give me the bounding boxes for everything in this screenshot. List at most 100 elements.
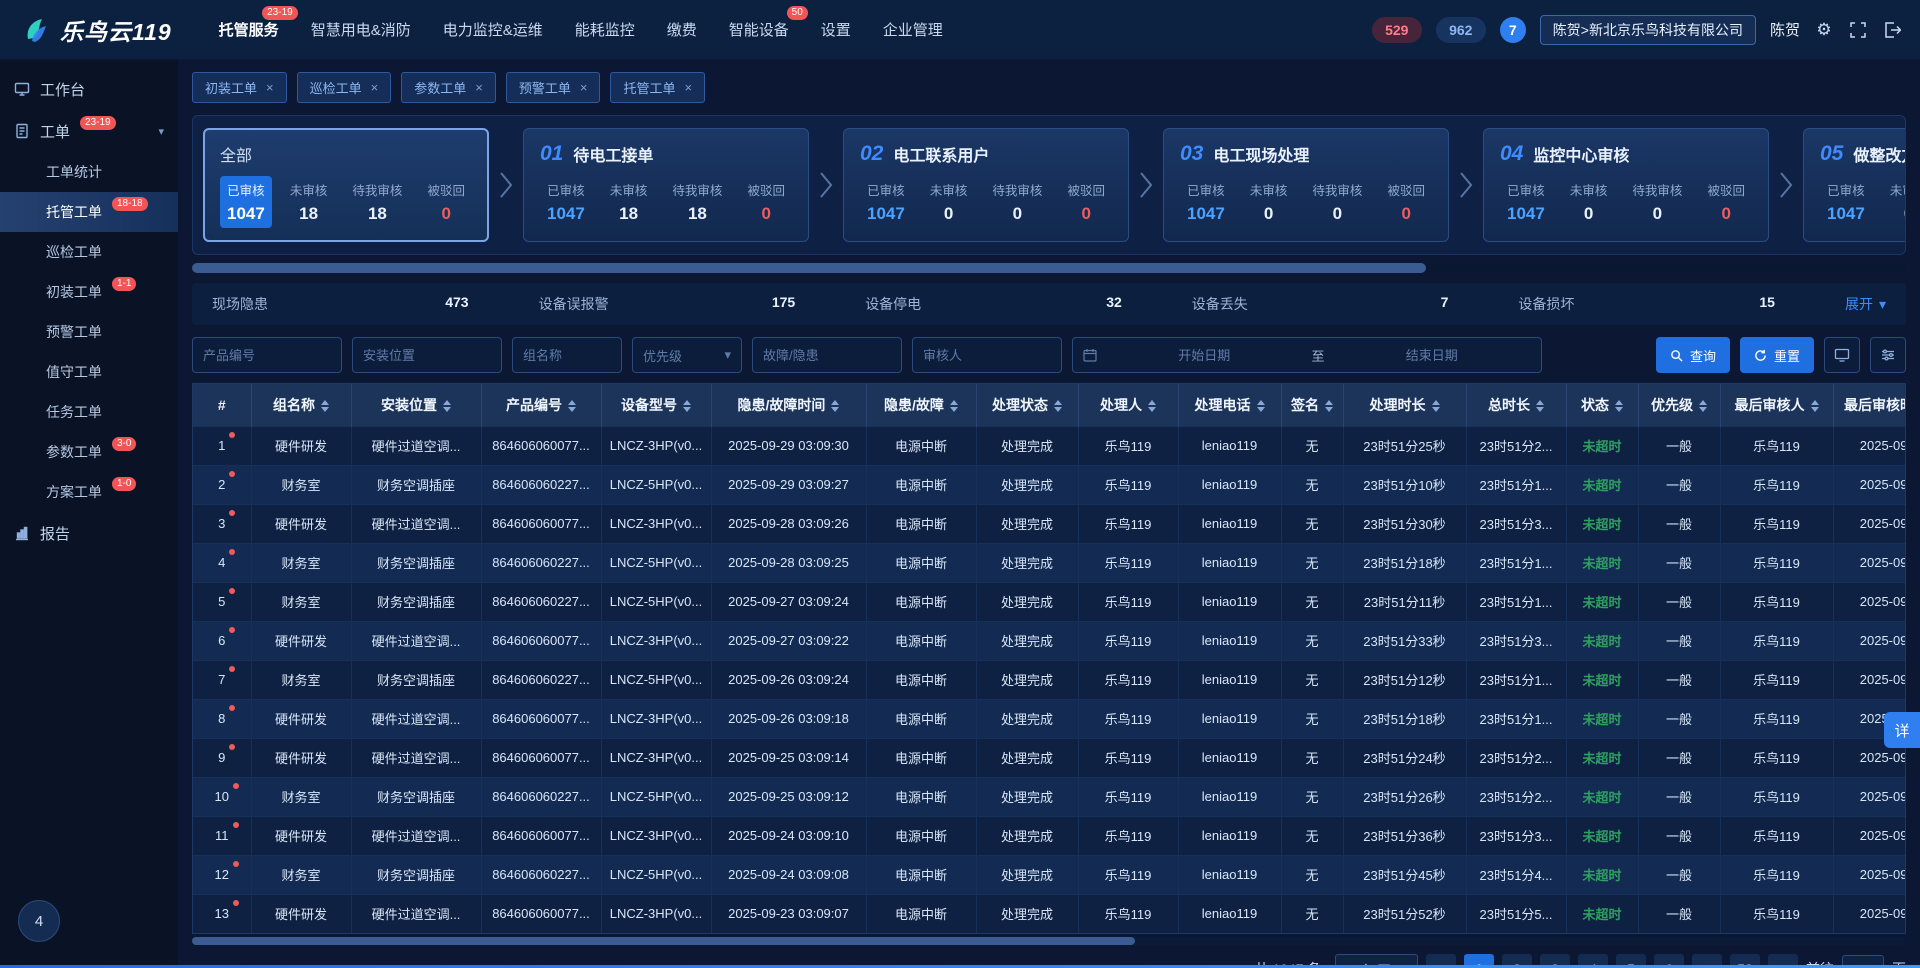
table-row[interactable]: 5财务室财务空调插座864606060227...LNCZ-5HP(v0...2…: [193, 582, 1906, 621]
step-stat[interactable]: 被驳回0: [420, 176, 472, 228]
column-header[interactable]: 隐患/故障: [866, 384, 976, 426]
column-header[interactable]: 组名称: [251, 384, 351, 426]
workorder-tab-chip[interactable]: 初装工单×: [192, 72, 287, 103]
column-header[interactable]: 状态: [1566, 384, 1638, 426]
column-header[interactable]: 产品编号: [481, 384, 601, 426]
step-stat[interactable]: 待我审核18: [665, 176, 729, 228]
workflow-step-card[interactable]: 04监控中心审核已审核1047未审核0待我审核0被驳回0: [1483, 128, 1769, 242]
sidebar-item[interactable]: 方案工单1-0: [0, 472, 178, 512]
step-stat[interactable]: 已审核1047: [220, 176, 272, 228]
step-stat[interactable]: 待我审核0: [1305, 176, 1369, 228]
column-header[interactable]: 总时长: [1466, 384, 1566, 426]
auditor-input[interactable]: [912, 337, 1062, 373]
username[interactable]: 陈贺: [1770, 19, 1800, 40]
sort-icon[interactable]: [1054, 400, 1062, 412]
sidebar-item[interactable]: 工单23-19▾: [0, 110, 178, 152]
nav-item[interactable]: 智慧用电&消防: [298, 9, 424, 50]
table-scrollbar-thumb[interactable]: [192, 937, 1135, 945]
sidebar-item[interactable]: 巡检工单: [0, 232, 178, 272]
step-stat[interactable]: 已审核1047: [1180, 176, 1232, 228]
column-header[interactable]: 处理时长: [1343, 384, 1466, 426]
fault-input[interactable]: [752, 337, 902, 373]
workorder-tab-chip[interactable]: 巡检工单×: [297, 72, 392, 103]
workflow-step-card[interactable]: 03电工现场处理已审核1047未审核0待我审核0被驳回0: [1163, 128, 1449, 242]
step-stat[interactable]: 待我审核0: [1625, 176, 1689, 228]
column-header[interactable]: 最后审核人: [1720, 384, 1833, 426]
sidebar-item[interactable]: 初装工单1-1: [0, 272, 178, 312]
step-stat[interactable]: 未审核0: [923, 176, 975, 228]
table-row[interactable]: 12财务室财务空调插座864606060227...LNCZ-5HP(v0...…: [193, 855, 1906, 894]
nav-item[interactable]: 托管服务23-19: [206, 9, 292, 50]
workorder-tab-chip[interactable]: 托管工单×: [610, 72, 705, 103]
workflow-step-card[interactable]: 05做整改方案报告给用户已审核1047未审核0待我审核0被驳回0: [1803, 128, 1906, 242]
step-stat[interactable]: 被驳回0: [1380, 176, 1432, 228]
step-stat[interactable]: 被驳回0: [1060, 176, 1112, 228]
reset-button[interactable]: 重置: [1740, 337, 1814, 373]
sort-icon[interactable]: [321, 400, 329, 412]
sidebar-item[interactable]: 托管工单18-18: [0, 192, 178, 232]
sort-icon[interactable]: [568, 400, 576, 412]
column-header[interactable]: 设备型号: [601, 384, 711, 426]
column-header[interactable]: 安装位置: [351, 384, 481, 426]
priority-select[interactable]: 优先级 ▾: [632, 337, 742, 373]
start-date-input[interactable]: [1105, 348, 1304, 363]
nav-item[interactable]: 企业管理: [870, 9, 956, 50]
step-stat[interactable]: 待我审核18: [345, 176, 409, 228]
message-counter-badge[interactable]: 962: [1436, 17, 1486, 43]
step-stat[interactable]: 未审核0: [1563, 176, 1615, 228]
table-row[interactable]: 4财务室财务空调插座864606060227...LNCZ-5HP(v0...2…: [193, 543, 1906, 582]
gear-icon[interactable]: ⚙: [1814, 20, 1834, 40]
sort-icon[interactable]: [1699, 400, 1707, 412]
notice-counter-badge[interactable]: 7: [1500, 17, 1526, 43]
sort-icon[interactable]: [1257, 400, 1265, 412]
sort-icon[interactable]: [1325, 400, 1333, 412]
alarm-counter-badge[interactable]: 529: [1372, 17, 1422, 43]
detail-float-button[interactable]: 详: [1884, 712, 1920, 748]
workorder-tab-chip[interactable]: 预警工单×: [506, 72, 601, 103]
sort-icon[interactable]: [1536, 400, 1544, 412]
sidebar-item[interactable]: 任务工单: [0, 392, 178, 432]
step-stat[interactable]: 被驳回0: [740, 176, 792, 228]
sidebar-float-badge[interactable]: 4: [18, 900, 60, 942]
sidebar-item[interactable]: 工作台: [0, 68, 178, 110]
column-header[interactable]: 处理人: [1078, 384, 1178, 426]
product-no-input[interactable]: [192, 337, 342, 373]
column-settings-icon-button[interactable]: [1870, 337, 1906, 373]
expand-toggle[interactable]: 展开▾: [1845, 294, 1886, 314]
step-stat[interactable]: 被驳回0: [1700, 176, 1752, 228]
table-row[interactable]: 9硬件研发硬件过道空调...864606060077...LNCZ-3HP(v0…: [193, 738, 1906, 777]
workflow-step-card[interactable]: 全部已审核1047未审核18待我审核18被驳回0: [203, 128, 489, 242]
group-name-input[interactable]: [512, 337, 622, 373]
table-row[interactable]: 7财务室财务空调插座864606060227...LNCZ-5HP(v0...2…: [193, 660, 1906, 699]
view-toggle-icon-button[interactable]: [1824, 337, 1860, 373]
table-row[interactable]: 11硬件研发硬件过道空调...864606060077...LNCZ-3HP(v…: [193, 816, 1906, 855]
sort-icon[interactable]: [831, 400, 839, 412]
step-stat[interactable]: 未审核18: [283, 176, 335, 228]
nav-item[interactable]: 智能设备50: [716, 9, 802, 50]
close-icon[interactable]: ×: [580, 80, 588, 95]
step-stat[interactable]: 已审核1047: [540, 176, 592, 228]
column-header[interactable]: 最后审核时间: [1833, 384, 1906, 426]
fullscreen-icon[interactable]: [1848, 20, 1868, 40]
column-header[interactable]: 处理电话: [1178, 384, 1281, 426]
sort-icon[interactable]: [1432, 400, 1440, 412]
end-date-input[interactable]: [1333, 348, 1532, 363]
table-row[interactable]: 2财务室财务空调插座864606060227...LNCZ-5HP(v0...2…: [193, 465, 1906, 504]
table-row[interactable]: 8硬件研发硬件过道空调...864606060077...LNCZ-3HP(v0…: [193, 699, 1906, 738]
step-stat[interactable]: 待我审核0: [985, 176, 1049, 228]
column-header[interactable]: 处理状态: [976, 384, 1078, 426]
nav-item[interactable]: 缴费: [654, 9, 710, 50]
column-header[interactable]: 签名: [1281, 384, 1343, 426]
nav-item[interactable]: 电力监控&运维: [430, 9, 556, 50]
column-header[interactable]: 优先级: [1638, 384, 1720, 426]
close-icon[interactable]: ×: [475, 80, 483, 95]
sort-icon[interactable]: [683, 400, 691, 412]
step-stat[interactable]: 未审核0: [1243, 176, 1295, 228]
install-position-input[interactable]: [352, 337, 502, 373]
steps-scrollbar-thumb[interactable]: [192, 263, 1426, 273]
sort-icon[interactable]: [443, 400, 451, 412]
column-header[interactable]: 隐患/故障时间: [711, 384, 866, 426]
steps-scrollbar[interactable]: [192, 263, 1906, 273]
sort-icon[interactable]: [950, 400, 958, 412]
sidebar-item[interactable]: 参数工单3-0: [0, 432, 178, 472]
